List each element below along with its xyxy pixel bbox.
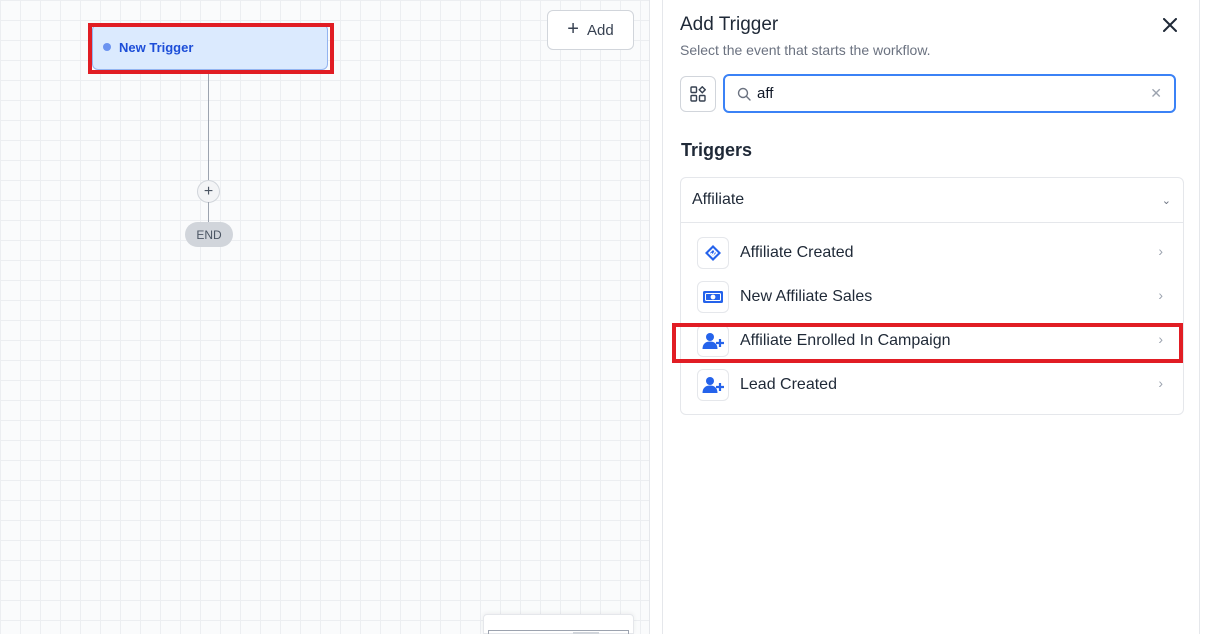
clear-search-icon[interactable]: ✕ [1150,85,1162,102]
search-icon [737,87,751,101]
user-plus-icon [697,325,729,357]
cash-icon [697,281,729,313]
connector-line [208,71,209,181]
end-node: END [185,222,233,247]
connector-line [208,202,209,222]
chevron-right-icon: › [1158,243,1163,259]
handshake-icon [697,237,729,269]
chevron-right-icon: › [1158,287,1163,303]
group-title: Affiliate [692,191,745,208]
minimap[interactable] [483,614,634,634]
trigger-item-label: Affiliate Enrolled In Campaign [740,332,951,349]
group-header[interactable]: Affiliate ⌄ [681,178,1183,223]
add-step-button[interactable]: + [197,180,220,203]
close-button[interactable] [1159,14,1181,36]
close-icon [1163,18,1177,32]
trigger-node[interactable]: New Trigger [92,24,328,70]
trigger-node-label: New Trigger [119,39,194,55]
trigger-item[interactable]: Affiliate Enrolled In Campaign › [681,319,1183,363]
trigger-item-label: Affiliate Created [740,244,854,261]
panel-subtitle: Select the event that starts the workflo… [680,42,931,58]
user-plus-icon [697,369,729,401]
search-input[interactable] [757,85,1137,102]
trigger-group-affiliate: Affiliate ⌄ Affiliate Created › New Affi… [680,177,1184,415]
trigger-item-label: New Affiliate Sales [740,288,873,305]
search-field[interactable]: ✕ [723,74,1176,113]
grid-icon [690,86,706,102]
add-button-label: Add [586,21,614,39]
view-toggle-button[interactable] [680,76,716,112]
plus-icon: + [567,18,579,40]
add-button[interactable]: + Add [547,10,634,50]
section-heading: Triggers [681,140,753,160]
chevron-right-icon: › [1158,331,1163,347]
chevron-down-icon: ⌄ [1161,194,1171,207]
status-dot-icon [103,43,111,51]
chevron-right-icon: › [1158,375,1163,391]
add-trigger-panel: Add Trigger Select the event that starts… [662,0,1200,634]
workflow-canvas[interactable]: New Trigger + END + Add [0,0,650,634]
trigger-item-label: Lead Created [740,376,837,393]
minimap-viewport [488,630,629,634]
trigger-item[interactable]: New Affiliate Sales › [681,275,1183,319]
trigger-item[interactable]: Affiliate Created › [681,231,1183,275]
trigger-item[interactable]: Lead Created › [681,363,1183,407]
panel-title: Add Trigger [680,14,779,35]
